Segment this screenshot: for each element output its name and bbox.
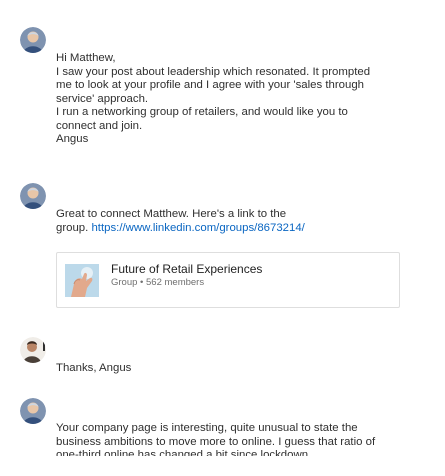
message-body: Great to connect Matthew. Here's a link …: [56, 208, 416, 235]
message-signature: Angus: [56, 133, 89, 145]
viewport-bottom-edge: [0, 456, 445, 476]
avatar-angus-icon[interactable]: [20, 27, 46, 53]
message-line: Thanks, Angus: [56, 362, 132, 374]
group-title: Future of Retail Experiences: [111, 262, 263, 276]
message-line: Hi Matthew,: [56, 52, 116, 64]
message-body: Thanks, Angus: [56, 362, 416, 376]
message-text: group.: [56, 221, 92, 234]
message-line: I saw your post about leadership which r…: [56, 65, 371, 78]
message-thread: Hi Matthew, I saw your post about leader…: [0, 0, 445, 476]
message-line: me to look at your profile and I agree w…: [56, 79, 364, 91]
group-meta: Group • 562 members: [111, 277, 205, 288]
group-preview-card[interactable]: Future of Retail Experiences Group • 562…: [56, 252, 400, 308]
message-line: Your company page is interesting, quite …: [56, 422, 358, 434]
avatar-angus-icon[interactable]: [20, 183, 46, 209]
message-line: I run a networking group of retailers, a…: [56, 106, 348, 118]
message-line: Great to connect Matthew. Here's a link …: [56, 208, 287, 220]
hand-globe-thumbnail-icon: [65, 264, 99, 297]
message-body: Hi Matthew, I saw your post about leader…: [56, 52, 416, 147]
message-line: connect and join.: [56, 119, 143, 132]
avatar-angus-icon[interactable]: [20, 398, 46, 424]
avatar-matthew-icon[interactable]: [20, 337, 46, 363]
message-line: group. https://www.linkedin.com/groups/8…: [56, 222, 416, 236]
message-line: business ambitions to move more to onlin…: [56, 435, 376, 448]
group-link[interactable]: https://www.linkedin.com/groups/8673214/: [91, 222, 304, 234]
message-line: service' approach.: [56, 92, 149, 105]
